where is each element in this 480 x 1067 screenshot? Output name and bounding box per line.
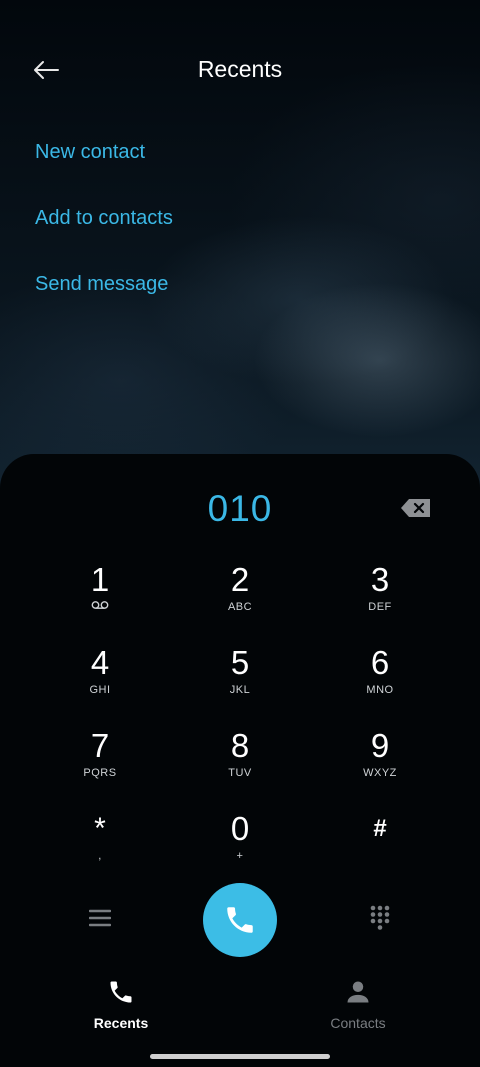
key-8[interactable]: 8 TUV [180, 728, 300, 800]
nav-contacts-label: Contacts [330, 1015, 386, 1031]
key-digit: 1 [90, 561, 110, 598]
key-letters [40, 600, 160, 614]
key-6[interactable]: 6 MNO [320, 645, 440, 717]
key-letters: ABC [227, 601, 253, 613]
key-letters: , [98, 850, 102, 862]
voicemail-icon [91, 601, 109, 609]
menu-button[interactable] [80, 902, 120, 934]
new-contact-link[interactable]: New contact [35, 141, 145, 164]
key-3[interactable]: 3 DEF [320, 562, 440, 634]
key-digit: 6 [370, 644, 390, 681]
key-letters: MNO [366, 684, 394, 696]
key-digit: 4 [90, 644, 110, 681]
key-4[interactable]: 4 GHI [40, 645, 160, 717]
page-title: Recents [197, 56, 283, 82]
app-header: Recents [0, 40, 480, 100]
nav-contacts[interactable]: Contacts [298, 978, 418, 1031]
key-star[interactable]: * , [40, 811, 160, 883]
backspace-button[interactable] [396, 494, 436, 522]
key-digit: 9 [370, 727, 390, 764]
key-digit: 3 [370, 561, 390, 598]
key-letters: PQRS [83, 767, 117, 779]
key-letters: DEF [368, 601, 392, 613]
key-digit: # [373, 815, 387, 842]
add-to-contacts-link[interactable]: Add to contacts [35, 207, 173, 230]
keypad-toggle-button[interactable] [360, 902, 400, 934]
phone-icon [227, 907, 253, 933]
key-letters: + [236, 850, 244, 862]
home-indicator[interactable] [150, 1054, 330, 1059]
key-digit: 2 [230, 561, 250, 598]
key-digit: 8 [230, 727, 250, 764]
key-9[interactable]: 9 WXYZ [320, 728, 440, 800]
key-letters: JKL [229, 684, 251, 696]
key-letters: TUV [228, 767, 252, 779]
call-button[interactable] [203, 883, 277, 957]
key-digit: 7 [90, 727, 110, 764]
nav-recents-label: Recents [93, 1015, 149, 1031]
key-hash[interactable]: # [320, 811, 440, 883]
key-letters: WXYZ [363, 767, 397, 779]
key-1[interactable]: 1 [40, 562, 160, 634]
key-digit: 5 [230, 644, 250, 681]
backspace-icon [401, 499, 430, 517]
key-2[interactable]: 2 ABC [180, 562, 300, 634]
key-7[interactable]: 7 PQRS [40, 728, 160, 800]
key-0[interactable]: 0 + [180, 811, 300, 883]
phone-icon [110, 981, 132, 1003]
person-icon [347, 981, 369, 1003]
nav-recents[interactable]: Recents [61, 978, 181, 1031]
hamburger-menu-icon [89, 909, 111, 927]
send-message-link[interactable]: Send message [35, 273, 168, 296]
key-letters: GHI [89, 684, 111, 696]
dialpad-grid-icon [370, 905, 390, 930]
key-5[interactable]: 5 JKL [180, 645, 300, 717]
key-digit: * [94, 812, 106, 845]
key-digit: 0 [230, 810, 250, 847]
